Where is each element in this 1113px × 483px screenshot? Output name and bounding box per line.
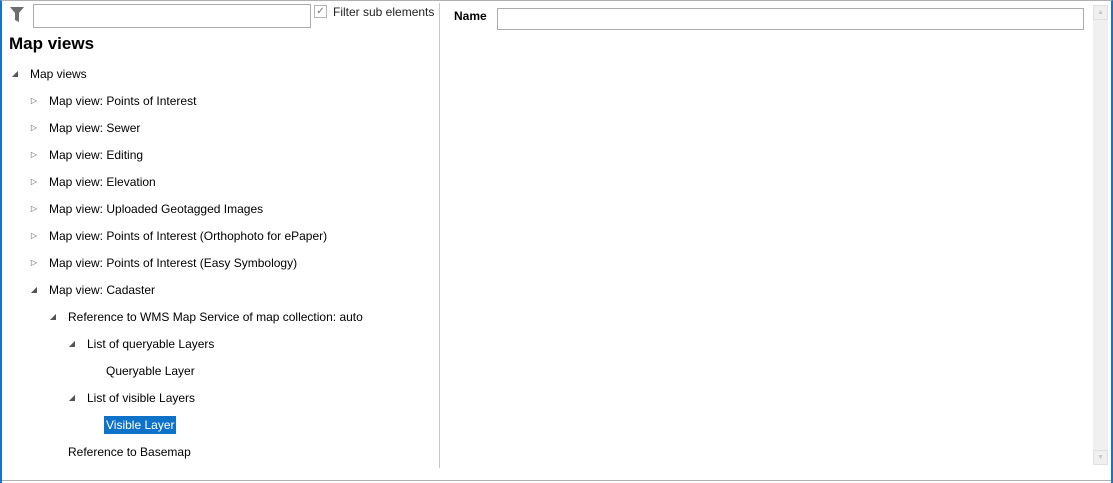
collapsed-arrow-icon[interactable]: ▷: [29, 146, 39, 164]
tree-item[interactable]: Map view: Uploaded Geotagged Images: [47, 200, 265, 218]
name-input[interactable]: [497, 8, 1084, 30]
expanded-arrow-icon[interactable]: ◢: [67, 335, 77, 353]
expanded-arrow-icon[interactable]: ◢: [10, 65, 20, 83]
tree-item[interactable]: List of queryable Layers: [85, 335, 216, 353]
collapsed-arrow-icon[interactable]: ▷: [29, 173, 39, 191]
filter-sub-elements-label: Filter sub elements: [333, 5, 435, 19]
filter-icon: [10, 7, 24, 22]
scroll-up-icon[interactable]: ▲: [1093, 5, 1108, 20]
tree-item[interactable]: Visible Layer: [104, 416, 177, 434]
name-label: Name: [454, 9, 487, 23]
vertical-scrollbar[interactable]: ▲ ▼: [1093, 5, 1108, 465]
expanded-arrow-icon[interactable]: ◢: [29, 281, 39, 299]
expanded-arrow-icon[interactable]: ◢: [67, 389, 77, 407]
tree-item[interactable]: Reference to Basemap: [66, 443, 193, 461]
bottom-divider: [2, 480, 1111, 481]
tree-item[interactable]: Map view: Points of Interest (Orthophoto…: [47, 227, 329, 245]
tree-item[interactable]: Map view: Editing: [47, 146, 145, 164]
collapsed-arrow-icon[interactable]: ▷: [29, 92, 39, 110]
tree-item[interactable]: Map view: Sewer: [47, 119, 142, 137]
collapsed-arrow-icon[interactable]: ▷: [29, 119, 39, 137]
filter-sub-elements-checkbox[interactable]: ✓: [314, 5, 327, 18]
tree-item[interactable]: Map view: Elevation: [47, 173, 158, 191]
tree-item[interactable]: Map view: Cadaster: [47, 281, 157, 299]
tree-item[interactable]: Map views: [28, 65, 89, 83]
tree-item[interactable]: Reference to WMS Map Service of map coll…: [66, 308, 365, 326]
pane-splitter[interactable]: [439, 3, 440, 468]
expanded-arrow-icon[interactable]: ◢: [48, 308, 58, 326]
tree-item[interactable]: Queryable Layer: [104, 362, 197, 380]
collapsed-arrow-icon[interactable]: ▷: [29, 200, 39, 218]
tree-item[interactable]: Map view: Points of Interest (Easy Symbo…: [47, 254, 299, 272]
tree-item[interactable]: List of visible Layers: [85, 389, 197, 407]
collapsed-arrow-icon[interactable]: ▷: [29, 254, 39, 272]
page-title: Map views: [9, 34, 95, 53]
filter-input[interactable]: [33, 4, 311, 28]
collapsed-arrow-icon[interactable]: ▷: [29, 227, 39, 245]
scroll-down-icon[interactable]: ▼: [1093, 450, 1108, 465]
tree-item[interactable]: Map view: Points of Interest: [47, 92, 198, 110]
